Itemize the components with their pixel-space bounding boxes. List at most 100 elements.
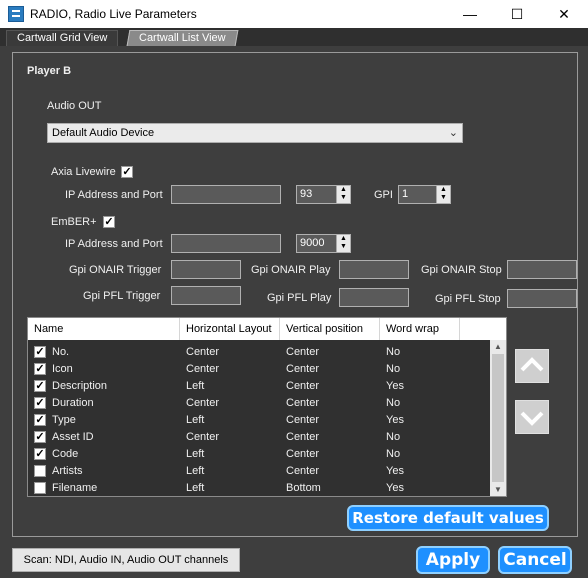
column-header-name[interactable]: Name — [28, 318, 180, 340]
table-row[interactable]: Artists Left Center Yes — [28, 463, 492, 480]
stepper-up-icon: ▲ — [340, 235, 347, 242]
cell-horizontal: Center — [186, 346, 220, 358]
table-row[interactable]: ✓ No. Center Center No — [28, 344, 492, 361]
check-icon: ✓ — [35, 414, 45, 426]
table-row[interactable]: ✓ Description Left Center Yes — [28, 378, 492, 395]
table-row[interactable]: ✓ Asset ID Center Center No — [28, 429, 492, 446]
cell-horizontal: Left — [186, 414, 205, 426]
cell-wordwrap: Yes — [386, 380, 404, 392]
column-header-vertical[interactable]: Vertical position — [280, 318, 380, 340]
maximize-button[interactable]: ☐ — [494, 0, 540, 28]
gpi-pfl-stop-label: Gpi PFL Stop — [435, 293, 501, 305]
row-checkbox[interactable]: ✓ — [34, 346, 46, 358]
close-button[interactable]: ✕ — [541, 0, 587, 28]
move-down-button[interactable] — [515, 400, 549, 434]
columns-table: Name Horizontal Layout Vertical position… — [27, 317, 507, 497]
ember-port-value: 9000 — [300, 237, 325, 249]
table-row[interactable]: ✓ Icon Center Center No — [28, 361, 492, 378]
table-row[interactable]: Filename Left Bottom Yes — [28, 480, 492, 497]
cell-vertical: Center — [286, 380, 320, 392]
axia-gpi-stepper[interactable]: 1 ▲ ▼ — [398, 185, 451, 204]
axia-gpi-value: 1 — [402, 188, 409, 200]
audio-out-select[interactable]: Default Audio Device ⌄ — [47, 123, 463, 143]
scroll-down-icon[interactable]: ▼ — [494, 485, 502, 494]
cell-vertical: Center — [286, 346, 320, 358]
row-checkbox[interactable] — [34, 482, 46, 494]
table-row[interactable]: ✓ Code Left Center No — [28, 446, 492, 463]
check-icon: ✓ — [35, 363, 45, 375]
cell-wordwrap: No — [386, 448, 401, 460]
axia-ip-field[interactable] — [171, 185, 281, 204]
cell-vertical: Center — [286, 363, 320, 375]
row-checkbox[interactable]: ✓ — [34, 363, 46, 375]
row-checkbox[interactable]: ✓ — [34, 380, 46, 392]
gpi-pfl-play-field[interactable] — [339, 288, 409, 307]
move-up-button[interactable] — [515, 349, 549, 383]
maximize-icon: ☐ — [510, 5, 524, 22]
restore-defaults-button[interactable]: Restore default values — [347, 505, 549, 531]
check-icon: ✓ — [104, 216, 114, 228]
audio-out-value: Default Audio Device — [52, 127, 155, 139]
scan-channels-button[interactable]: Scan: NDI, Audio IN, Audio OUT channels — [12, 548, 240, 572]
axia-livewire-label: Axia Livewire — [51, 166, 116, 178]
row-checkbox[interactable] — [34, 465, 46, 477]
stepper-arrows[interactable]: ▲ ▼ — [436, 186, 450, 203]
cell-wordwrap: No — [386, 431, 401, 443]
chevron-up-icon — [520, 357, 544, 372]
axia-gpi-label: GPI — [374, 189, 393, 201]
minimize-icon: — — [463, 6, 477, 22]
cancel-button[interactable]: Cancel — [498, 546, 572, 574]
ember-ip-field[interactable] — [171, 234, 281, 253]
scroll-up-icon[interactable]: ▲ — [494, 342, 502, 351]
tab-cartwall-grid-view[interactable]: Cartwall Grid View — [6, 30, 119, 46]
column-header-horizontal[interactable]: Horizontal Layout — [180, 318, 280, 340]
tab-bar: Cartwall Grid View Cartwall List View — [0, 28, 588, 46]
cell-name: Type — [52, 414, 76, 426]
cell-name: Code — [52, 448, 79, 460]
apply-button[interactable]: Apply — [416, 546, 490, 574]
gpi-onair-stop-field[interactable] — [507, 260, 577, 279]
axia-port-stepper[interactable]: 93 ▲ ▼ — [296, 185, 351, 204]
cell-name: Duration — [52, 397, 94, 409]
stepper-down-icon: ▼ — [340, 243, 347, 250]
table-row[interactable]: ✓ Type Left Center Yes — [28, 412, 492, 429]
cell-vertical: Bottom — [286, 482, 321, 494]
table-header: Name Horizontal Layout Vertical position… — [28, 318, 506, 340]
ember-label: EmBER+ — [51, 216, 97, 228]
title-bar: RADIO, Radio Live Parameters — ☐ ✕ — [0, 0, 588, 28]
gpi-pfl-stop-field[interactable] — [507, 289, 577, 308]
row-checkbox[interactable]: ✓ — [34, 448, 46, 460]
table-scrollbar[interactable]: ▲ ▼ — [490, 340, 506, 496]
column-header-wordwrap[interactable]: Word wrap — [380, 318, 460, 340]
cell-name: Asset ID — [52, 431, 94, 443]
stepper-arrows[interactable]: ▲ ▼ — [336, 235, 350, 252]
row-checkbox[interactable]: ✓ — [34, 414, 46, 426]
tab-cartwall-list-view[interactable]: Cartwall List View — [126, 30, 239, 46]
row-checkbox[interactable]: ✓ — [34, 431, 46, 443]
axia-livewire-checkbox[interactable]: ✓ — [121, 166, 133, 178]
cell-wordwrap: No — [386, 346, 401, 358]
row-checkbox[interactable]: ✓ — [34, 397, 46, 409]
tab-cartwall-list-view-label: Cartwall List View — [139, 32, 226, 44]
ember-checkbox[interactable]: ✓ — [103, 216, 115, 228]
stepper-up-icon: ▲ — [340, 186, 347, 193]
check-icon: ✓ — [35, 346, 45, 358]
gpi-onair-play-field[interactable] — [339, 260, 409, 279]
minimize-button[interactable]: — — [447, 0, 493, 28]
cell-wordwrap: Yes — [386, 465, 404, 477]
cell-vertical: Center — [286, 414, 320, 426]
gpi-onair-play-label: Gpi ONAIR Play — [251, 264, 331, 276]
scrollbar-thumb[interactable] — [492, 354, 504, 482]
cell-horizontal: Left — [186, 465, 205, 477]
gpi-pfl-play-label: Gpi PFL Play — [267, 292, 332, 304]
chevron-down-icon — [520, 411, 544, 426]
chevron-down-icon: ⌄ — [448, 127, 458, 139]
gpi-pfl-trigger-field[interactable] — [171, 286, 241, 305]
table-row[interactable]: ✓ Duration Center Center No — [28, 395, 492, 412]
stepper-arrows[interactable]: ▲ ▼ — [336, 186, 350, 203]
audio-out-label: Audio OUT — [47, 100, 102, 112]
ember-port-stepper[interactable]: 9000 ▲ ▼ — [296, 234, 351, 253]
cell-name: No. — [52, 346, 70, 358]
check-icon: ✓ — [35, 431, 45, 443]
gpi-onair-trigger-field[interactable] — [171, 260, 241, 279]
